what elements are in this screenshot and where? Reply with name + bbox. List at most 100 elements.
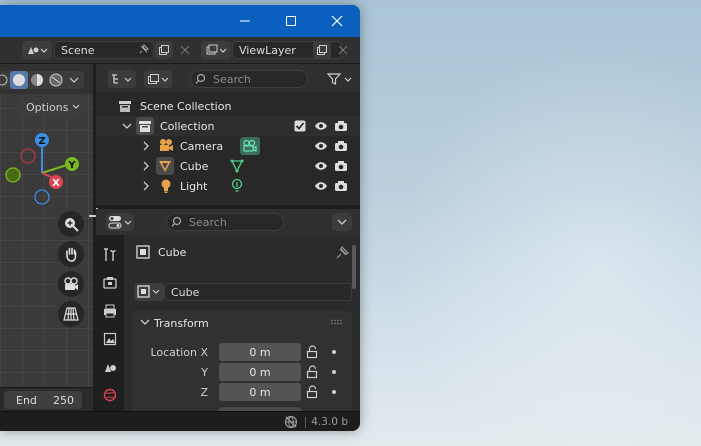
eye-icon[interactable] [314,121,328,131]
unlocked-icon[interactable] [306,385,320,399]
properties-options-button[interactable] [332,213,352,231]
properties-icon [108,216,132,229]
navigation-gizmo[interactable]: Z Y X [0,124,93,214]
x-icon [180,45,190,55]
pin-icon[interactable] [336,245,350,259]
collection-icon-bg [136,117,154,135]
display-mode-button[interactable] [144,70,172,88]
keyframe-dot-icon[interactable] [331,369,337,375]
outliner-row-scene-collection[interactable]: Scene Collection [96,96,360,116]
collection-icon [139,121,151,132]
keyframe-dot-icon[interactable] [331,349,337,355]
eye-icon[interactable] [314,141,328,151]
new-view-layer-button[interactable] [313,41,331,59]
light-data-icon[interactable] [230,178,244,194]
perspective-toggle-button[interactable] [58,301,84,327]
transform-panel-title: Transform [154,317,209,330]
tab-output[interactable] [100,301,120,321]
delete-scene-button[interactable] [176,41,194,59]
chevron-right-icon[interactable] [142,141,150,151]
mesh-data-icon[interactable] [230,159,244,173]
pin-icon [139,44,149,54]
location-y-value: 0 m [249,365,271,379]
filter-button[interactable] [324,70,354,88]
outliner-icon [112,74,132,84]
delete-view-layer-button[interactable] [334,41,352,59]
scene-icon [105,364,116,372]
properties-editor-type-button[interactable] [106,213,134,231]
3d-viewport[interactable]: Options Z Y X [0,64,93,387]
view-layer-selector-button[interactable] [201,41,231,59]
view-layer-icon [148,74,169,84]
camera-label: Camera [180,139,224,153]
properties-search-input[interactable]: Search [166,213,284,231]
unlocked-icon[interactable] [306,345,320,359]
no-network-icon [284,415,297,429]
zoom-button[interactable] [58,211,84,237]
eye-icon[interactable] [314,161,328,171]
pin-scene-button[interactable] [135,41,151,59]
tab-view-layer[interactable] [100,329,120,349]
close-button[interactable] [314,5,360,37]
scene-name: Scene [61,43,95,57]
mesh-object-icon [159,161,171,172]
end-frame-value: 250 [53,393,74,407]
transform-panel-header[interactable]: Transform [132,311,352,333]
object-data-icon [137,285,160,298]
object-browse-button[interactable] [134,283,164,301]
status-separator: | [303,416,308,428]
render-camera-icon[interactable] [334,120,348,132]
viewport-options-label: Options [26,100,69,114]
render-camera-icon[interactable] [334,140,348,152]
location-z-field[interactable]: 0 m [219,383,301,401]
minimize-button[interactable] [222,5,268,37]
timeline-bar: End 250 [0,387,93,412]
tab-tool[interactable] [100,245,120,265]
duplicate-icon [159,45,169,55]
maximize-button[interactable] [268,5,314,37]
location-x-field[interactable]: 0 m [219,343,301,361]
tab-world[interactable] [100,385,120,405]
grid-perspective-icon [63,307,79,321]
location-y-field[interactable]: 0 m [219,363,301,381]
output-icon [104,304,116,318]
chevron-down-icon [140,319,150,325]
pan-button[interactable] [58,241,84,267]
properties-scrollbar[interactable] [352,245,356,289]
outliner-search-placeholder: Search [213,72,251,86]
render-camera-icon[interactable] [334,160,348,172]
collection-label: Collection [160,119,215,133]
cube-object-icon-bg [156,157,174,175]
drag-handle-icon[interactable] [330,319,344,325]
viewport-header [0,64,93,94]
outliner-row-light[interactable]: Light [96,176,360,196]
outliner-row-collection[interactable]: Collection [96,116,360,136]
svg-text:X: X [52,178,60,189]
outliner-search-input[interactable]: Search [190,70,308,88]
scene-selector-button[interactable] [22,41,52,59]
unlocked-icon[interactable] [306,365,320,379]
chevron-down-icon [69,77,79,83]
camera-view-button[interactable] [58,271,84,297]
minimize-icon [240,20,250,22]
viewport-options-button[interactable]: Options [20,98,86,116]
eye-icon[interactable] [314,181,328,191]
editor-type-button[interactable] [108,70,136,88]
tab-render[interactable] [100,273,120,293]
tab-scene[interactable] [100,357,120,377]
render-camera-icon[interactable] [334,180,348,192]
keyframe-dot-icon[interactable] [331,389,337,395]
outliner-row-camera[interactable]: Camera [96,136,360,156]
camera-data-icon [243,139,257,152]
end-frame-field[interactable]: End 250 [4,391,82,409]
chevron-right-icon[interactable] [142,161,150,171]
render-icon [103,277,117,289]
chevron-right-icon[interactable] [142,181,150,191]
object-name-field[interactable]: Cube [164,283,352,301]
chevron-down-icon[interactable] [122,121,132,131]
outliner-row-cube[interactable]: Cube [96,156,360,176]
camera-data-icon-bg[interactable] [240,137,260,155]
new-scene-button[interactable] [155,41,173,59]
status-bar: | 4.3.0 b [0,411,360,431]
checkbox-checked-icon[interactable] [294,120,306,132]
